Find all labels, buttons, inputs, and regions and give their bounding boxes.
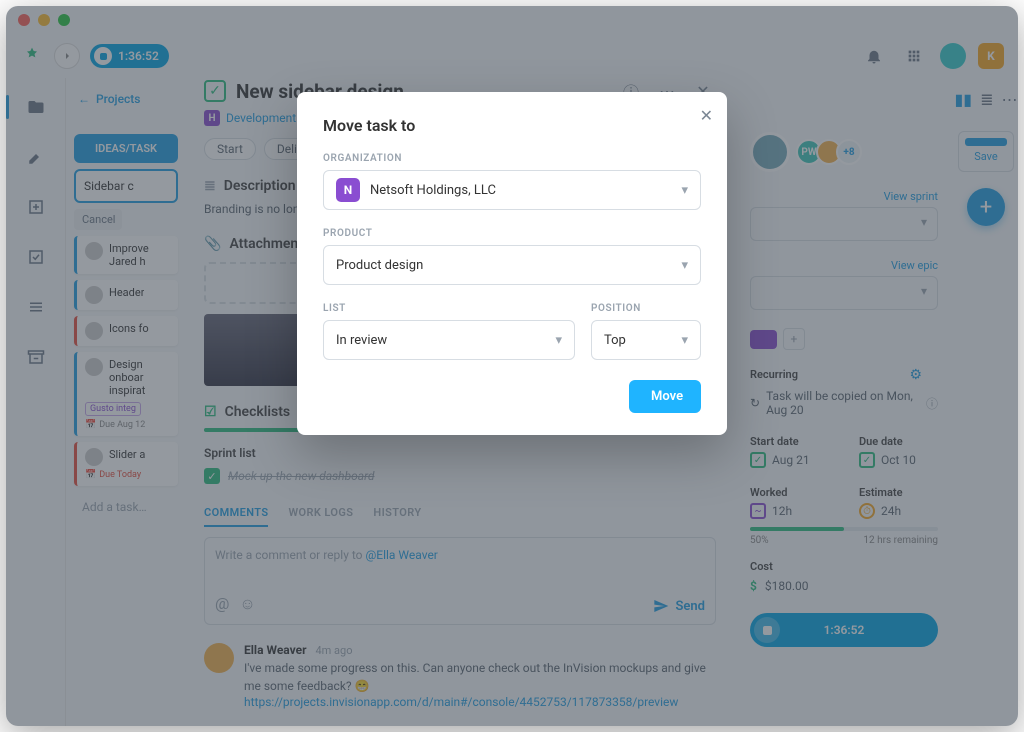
chevron-down-icon: ▾ — [555, 333, 562, 348]
position-select[interactable]: Top ▾ — [591, 320, 701, 360]
organization-label: Organization — [323, 153, 701, 164]
list-label: List — [323, 303, 575, 314]
list-select[interactable]: In review ▾ — [323, 320, 575, 360]
position-label: Position — [591, 303, 701, 314]
modal-title: Move task to — [323, 116, 701, 135]
chevron-down-icon: ▾ — [681, 333, 688, 348]
org-badge: N — [336, 178, 360, 202]
organization-select[interactable]: N Netsoft Holdings, LLC ▾ — [323, 170, 701, 210]
product-label: Product — [323, 228, 701, 239]
move-task-modal: ✕ Move task to Organization N Netsoft Ho… — [297, 92, 727, 435]
move-button[interactable]: Move — [629, 380, 701, 413]
chevron-down-icon: ▾ — [681, 258, 688, 273]
product-select[interactable]: Product design ▾ — [323, 245, 701, 285]
modal-close-icon[interactable]: ✕ — [700, 106, 713, 125]
chevron-down-icon: ▾ — [681, 183, 688, 198]
